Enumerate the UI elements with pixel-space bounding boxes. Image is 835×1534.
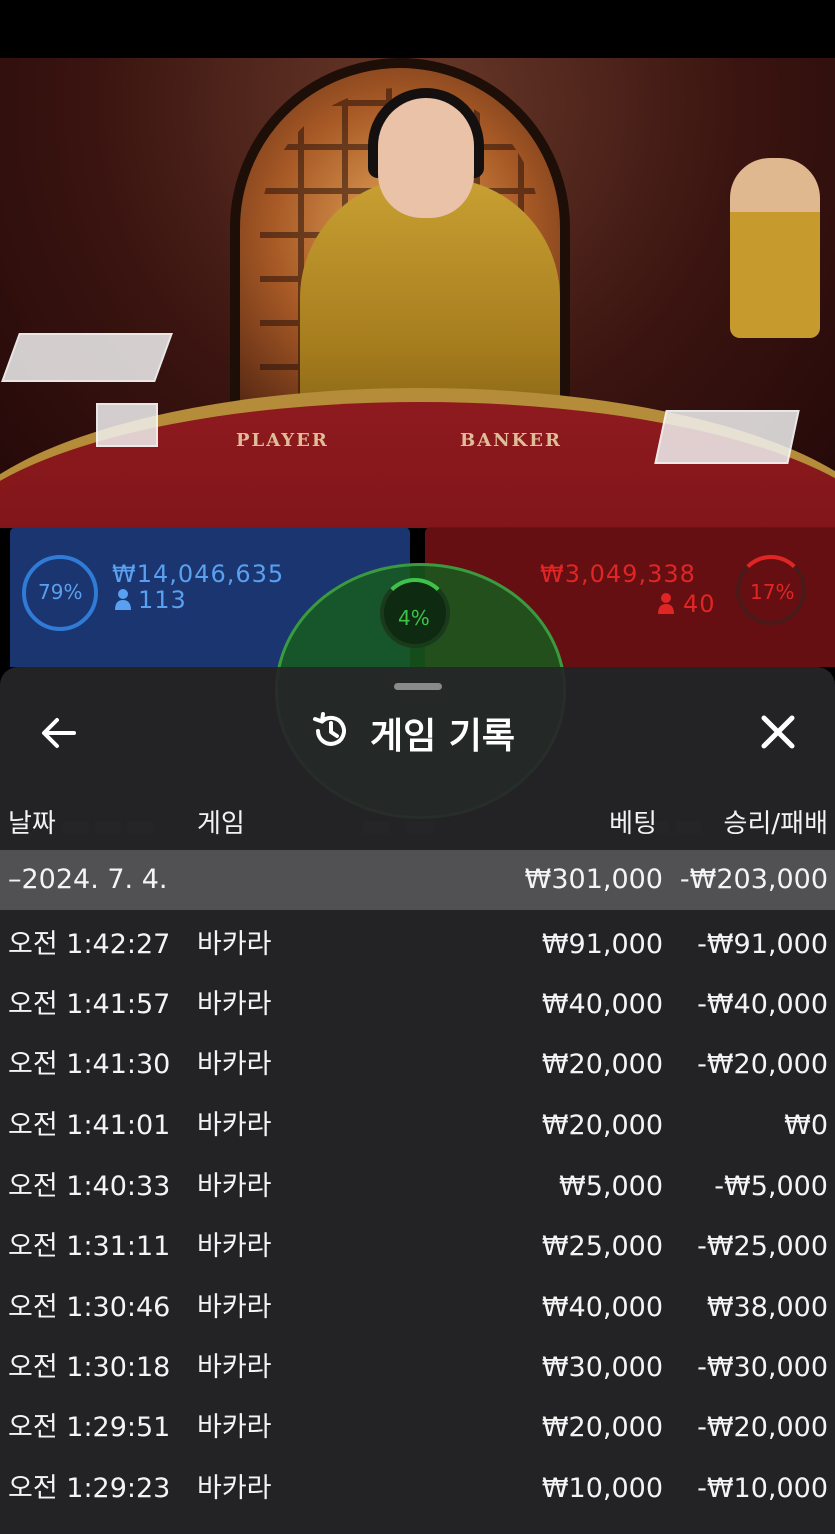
row-bet: ₩20,000 xyxy=(541,1110,663,1141)
status-bar xyxy=(0,0,835,58)
row-time: 오전 1:29:23 xyxy=(8,1473,171,1504)
banker-table-label: BANKER xyxy=(460,430,562,451)
banker-count: 40 xyxy=(683,590,716,618)
date-group-row[interactable]: –2024. 7. 4. ₩301,000 -₩203,000 xyxy=(0,850,835,910)
row-game: 바카라 xyxy=(197,929,272,960)
row-time: 오전 1:42:27 xyxy=(8,929,171,960)
row-result: -₩10,000 xyxy=(697,1473,828,1504)
row-bet: ₩5,000 xyxy=(559,1171,663,1202)
row-game: 바카라 xyxy=(197,989,272,1020)
date-group-bet-total: ₩301,000 xyxy=(524,864,663,895)
row-result: -₩20,000 xyxy=(697,1049,828,1080)
user-icon xyxy=(114,588,132,612)
history-row[interactable]: 오전 1:29:51 바카라 ₩20,000 -₩20,000 xyxy=(0,1398,835,1458)
player-bet-amount: ₩14,046,635 xyxy=(112,560,285,588)
column-header-game: 게임 xyxy=(197,809,245,839)
history-clock-icon xyxy=(310,710,352,756)
page-title: 게임 기록 xyxy=(370,716,516,757)
history-row[interactable]: 오전 1:41:01 바카라 ₩20,000 ₩0 xyxy=(0,1096,835,1156)
player-count: 113 xyxy=(138,586,187,614)
row-game: 바카라 xyxy=(197,1292,272,1323)
row-time: 오전 1:41:30 xyxy=(8,1049,171,1080)
row-result: -₩20,000 xyxy=(697,1412,828,1443)
history-row[interactable]: 오전 1:30:46 바카라 ₩40,000 ₩38,000 xyxy=(0,1278,835,1338)
row-result: ₩0 xyxy=(784,1110,828,1141)
row-game: 바카라 xyxy=(197,1473,272,1504)
row-time: 오전 1:30:46 xyxy=(8,1292,171,1323)
date-group-result-total: -₩203,000 xyxy=(679,864,828,895)
row-time: 오전 1:30:18 xyxy=(8,1352,171,1383)
row-bet: ₩40,000 xyxy=(541,1292,663,1323)
banker-percent: 17% xyxy=(750,580,795,604)
history-row[interactable]: 오전 1:41:57 바카라 ₩40,000 -₩40,000 xyxy=(0,975,835,1035)
sheet-header: 게임 기록 xyxy=(310,708,515,758)
history-row[interactable]: 오전 1:31:11 바카라 ₩25,000 -₩25,000 xyxy=(0,1217,835,1277)
close-button[interactable] xyxy=(756,710,800,754)
history-row[interactable]: 오전 1:42:27 바카라 ₩91,000 -₩91,000 xyxy=(0,915,835,975)
row-bet: ₩25,000 xyxy=(541,1231,663,1262)
live-dealer-video: PLAYER BANKER xyxy=(0,58,835,528)
history-row[interactable]: 오전 1:41:30 바카라 ₩20,000 -₩20,000 xyxy=(0,1035,835,1095)
row-bet: ₩10,000 xyxy=(541,1473,663,1504)
history-row[interactable]: 오전 1:40:33 바카라 ₩5,000 -₩5,000 xyxy=(0,1157,835,1217)
row-time: 오전 1:40:33 xyxy=(8,1171,171,1202)
date-group-label: –2024. 7. 4. xyxy=(8,864,168,895)
row-time: 오전 1:31:11 xyxy=(8,1231,171,1262)
row-result: -₩40,000 xyxy=(697,989,828,1020)
row-game: 바카라 xyxy=(197,1110,272,1141)
history-row[interactable]: 오전 1:30:18 바카라 ₩30,000 -₩30,000 xyxy=(0,1338,835,1398)
sheet-drag-handle[interactable] xyxy=(394,683,442,690)
row-game: 바카라 xyxy=(197,1049,272,1080)
tie-percent: 4% xyxy=(398,606,430,630)
row-game: 바카라 xyxy=(197,1352,272,1383)
discard-tray xyxy=(654,410,800,464)
card-box xyxy=(96,403,158,447)
row-game: 바카라 xyxy=(197,1231,272,1262)
row-result: -₩30,000 xyxy=(697,1352,828,1383)
column-header-bet: 베팅 xyxy=(609,809,657,839)
row-result: -₩25,000 xyxy=(697,1231,828,1262)
row-result: -₩91,000 xyxy=(697,929,828,960)
card-shoe xyxy=(1,333,173,382)
row-bet: ₩20,000 xyxy=(541,1412,663,1443)
row-time: 오전 1:29:51 xyxy=(8,1412,171,1443)
history-row[interactable]: 오전 1:29:23 바카라 ₩10,000 -₩10,000 xyxy=(0,1459,835,1519)
row-bet: ₩20,000 xyxy=(541,1049,663,1080)
row-time: 오전 1:41:01 xyxy=(8,1110,171,1141)
arrow-left-icon xyxy=(38,718,80,758)
row-result: ₩38,000 xyxy=(706,1292,828,1323)
close-icon xyxy=(756,715,800,758)
row-result: -₩5,000 xyxy=(714,1171,828,1202)
row-game: 바카라 xyxy=(197,1412,272,1443)
row-bet: ₩40,000 xyxy=(541,989,663,1020)
row-game: 바카라 xyxy=(197,1171,272,1202)
banker-bet-amount: ₩3,049,338 xyxy=(540,560,696,588)
background-dealer xyxy=(730,158,820,338)
player-percent: 79% xyxy=(38,580,83,604)
row-time: 오전 1:41:57 xyxy=(8,989,171,1020)
column-header-date: 날짜 xyxy=(8,809,56,839)
column-header-result: 승리/패배 xyxy=(723,809,828,839)
row-bet: ₩91,000 xyxy=(541,929,663,960)
player-table-label: PLAYER xyxy=(236,430,329,451)
back-button[interactable] xyxy=(38,712,80,754)
row-bet: ₩30,000 xyxy=(541,1352,663,1383)
user-icon xyxy=(657,592,675,616)
